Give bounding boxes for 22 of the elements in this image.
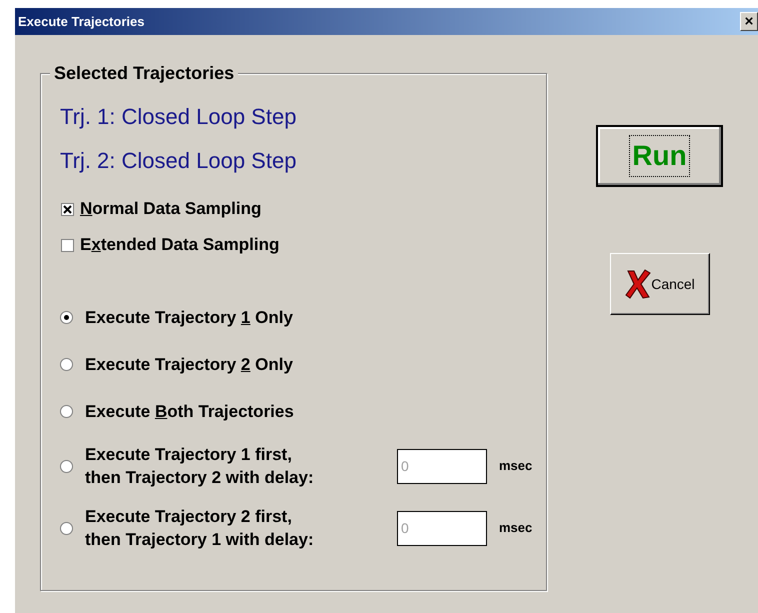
trajectory-label: Trj. 1: Closed Loop Step	[60, 103, 298, 131]
cross-icon	[625, 269, 652, 299]
checkbox[interactable]	[61, 202, 74, 216]
close-button[interactable]: ×	[740, 12, 758, 31]
option-label: Execute Trajectory 2 first, then Trajectory 1 with delay:	[85, 506, 315, 551]
radio-button[interactable]	[60, 358, 73, 371]
option-label: Execute Both Trajectories	[85, 400, 294, 423]
window-title: Execute Trajectories	[18, 12, 144, 31]
cancel-button[interactable]: Cancel	[610, 253, 710, 315]
option-label: Execute Trajectory 2 Only	[85, 354, 293, 376]
checkbox-label: Extended Data Sampling	[80, 234, 280, 256]
checkbox-label: Normal Data Sampling	[80, 198, 262, 220]
unit-label: msec	[499, 457, 532, 476]
option-label: Execute Trajectory 1 first, then Trajectory 2 with delay:	[85, 444, 315, 489]
option-label: Execute Trajectory 1 Only	[85, 306, 293, 329]
trajectory-label: Trj. 2: Closed Loop Step	[60, 147, 298, 175]
unit-label: msec	[499, 519, 532, 538]
radio-button[interactable]	[60, 311, 73, 324]
check-x-icon	[63, 204, 72, 214]
run-button[interactable]: Run	[596, 125, 723, 187]
checkbox[interactable]	[61, 238, 74, 252]
radio-button[interactable]	[60, 405, 73, 418]
